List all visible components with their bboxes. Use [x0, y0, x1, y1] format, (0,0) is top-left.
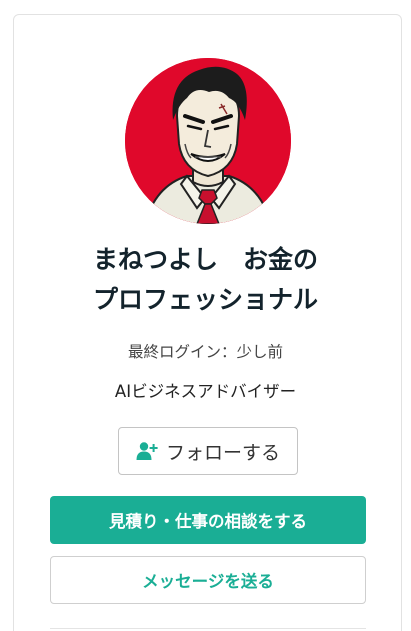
profile-name: まねつよし お金の プロフェッショナル: [0, 240, 411, 320]
consult-button-label: 見積り・仕事の相談をする: [109, 512, 307, 531]
message-button-label: メッセージを送る: [142, 572, 274, 591]
last-login-text: 最終ログイン：少し前: [127, 343, 283, 361]
profile-name-line1: まねつよし お金の: [92, 245, 318, 274]
divider: [50, 628, 366, 629]
profile-name-line2: プロフェッショナル: [92, 285, 318, 314]
person-plus-icon: [136, 442, 158, 460]
consult-button[interactable]: 見積り・仕事の相談をする: [50, 496, 366, 544]
profile-avatar: [125, 58, 291, 224]
profile-portrait: [125, 58, 291, 224]
follow-button-label: フォローする: [165, 441, 280, 464]
message-button[interactable]: メッセージを送る: [50, 556, 366, 604]
profile-title: AIビジネスアドバイザー: [114, 382, 297, 401]
follow-button[interactable]: フォローする: [118, 427, 298, 475]
